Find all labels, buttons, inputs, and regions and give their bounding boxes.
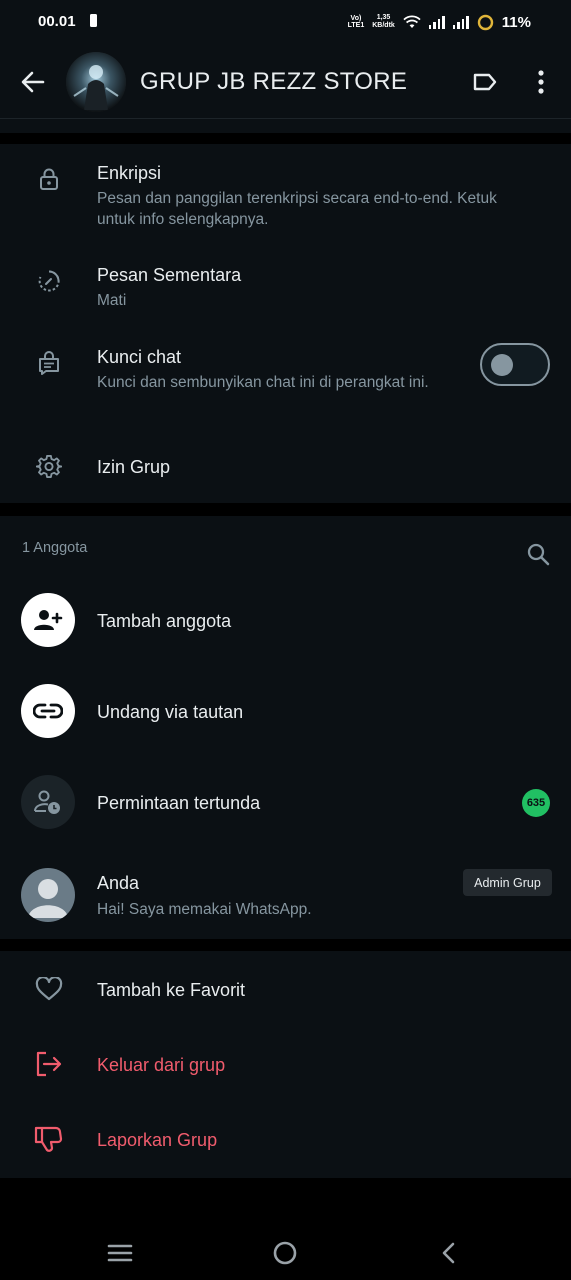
home-button[interactable] xyxy=(260,1228,310,1278)
member-name: Anda xyxy=(97,873,140,893)
group-permissions-title: Izin Grup xyxy=(97,457,171,477)
invite-link-label: Undang via tautan xyxy=(97,702,244,722)
search-icon xyxy=(527,543,550,566)
encryption-row[interactable]: Enkripsi Pesan dan panggilan terenkripsi… xyxy=(0,150,571,240)
report-group-row[interactable]: Laporkan Grup xyxy=(0,1112,571,1168)
pending-user-icon xyxy=(21,775,75,829)
toggle-knob xyxy=(491,354,513,376)
lock-icon xyxy=(32,162,66,196)
label-icon xyxy=(473,73,497,91)
home-circle-icon xyxy=(273,1241,297,1265)
pending-requests-label: Permintaan tertunda xyxy=(97,793,261,813)
disappearing-messages-row[interactable]: Pesan Sementara Mati xyxy=(0,252,571,320)
avatar xyxy=(21,868,75,922)
header-bottom-strip xyxy=(0,119,571,133)
exit-icon xyxy=(32,1047,66,1081)
battery-ring-icon xyxy=(477,14,493,30)
chat-lock-toggle[interactable] xyxy=(480,343,550,386)
status-icons: Vo) LTE1 1,35 KB/dtk 11% xyxy=(348,11,531,33)
chevron-left-icon xyxy=(442,1242,455,1264)
exit-group-label: Keluar dari grup xyxy=(97,1055,226,1075)
chat-lock-title: Kunci chat xyxy=(97,347,182,367)
add-favorite-label: Tambah ke Favorit xyxy=(97,980,246,1000)
encryption-title: Enkripsi xyxy=(97,163,162,183)
member-search-button[interactable] xyxy=(520,536,556,572)
member-count: 1 Anggota xyxy=(22,540,88,556)
add-member-row[interactable]: Tambah anggota xyxy=(0,589,571,655)
pending-count-badge: 635 xyxy=(522,789,550,817)
signal-icon-2 xyxy=(452,15,469,29)
timer-icon xyxy=(32,264,66,298)
label-button[interactable] xyxy=(468,66,502,98)
signal-icon-1 xyxy=(428,15,445,29)
admin-role-badge: Admin Grup xyxy=(463,869,552,896)
heart-icon xyxy=(32,972,66,1006)
encryption-subtitle: Pesan dan panggilan terenkripsi secara e… xyxy=(97,190,497,228)
gear-icon xyxy=(32,450,66,484)
volte-icon: Vo) LTE1 xyxy=(347,15,365,29)
exit-group-row[interactable]: Keluar dari grup xyxy=(0,1037,571,1093)
group-photo-image xyxy=(66,52,126,112)
group-permissions-row[interactable]: Izin Grup xyxy=(0,440,571,496)
more-options-button[interactable] xyxy=(526,66,556,98)
pending-requests-row[interactable]: Permintaan tertunda xyxy=(0,771,571,837)
invite-link-row[interactable]: Undang via tautan xyxy=(0,680,571,746)
recent-apps-button[interactable] xyxy=(95,1228,145,1278)
status-time: 00.01 xyxy=(38,13,76,30)
wifi-icon xyxy=(403,15,421,28)
disappearing-title: Pesan Sementara xyxy=(97,265,242,285)
disappearing-status: Mati xyxy=(97,292,127,309)
chat-lock-icon xyxy=(32,346,66,380)
network-speed: 1,35 KB/dtk xyxy=(372,14,395,29)
add-favorite-row[interactable]: Tambah ke Favorit xyxy=(0,962,571,1018)
arrow-left-icon xyxy=(21,71,45,93)
report-group-label: Laporkan Grup xyxy=(97,1130,218,1150)
chat-lock-subtitle: Kunci dan sembunyikan chat ini di perang… xyxy=(97,374,429,391)
add-member-label: Tambah anggota xyxy=(97,611,232,631)
back-button[interactable] xyxy=(14,66,52,98)
menu-icon xyxy=(107,1244,133,1262)
nav-back-button[interactable] xyxy=(424,1228,474,1278)
group-avatar[interactable] xyxy=(66,52,126,112)
battery-percentage: 11% xyxy=(501,13,531,31)
group-title[interactable]: GRUP JB REZZ STORE xyxy=(140,68,407,96)
link-icon xyxy=(21,684,75,738)
member-status: Hai! Saya memakai WhatsApp. xyxy=(97,901,312,918)
add-member-icon xyxy=(21,593,75,647)
battery-saver-icon xyxy=(90,14,97,27)
thumbs-down-icon xyxy=(32,1122,66,1156)
more-vertical-icon xyxy=(538,70,544,94)
